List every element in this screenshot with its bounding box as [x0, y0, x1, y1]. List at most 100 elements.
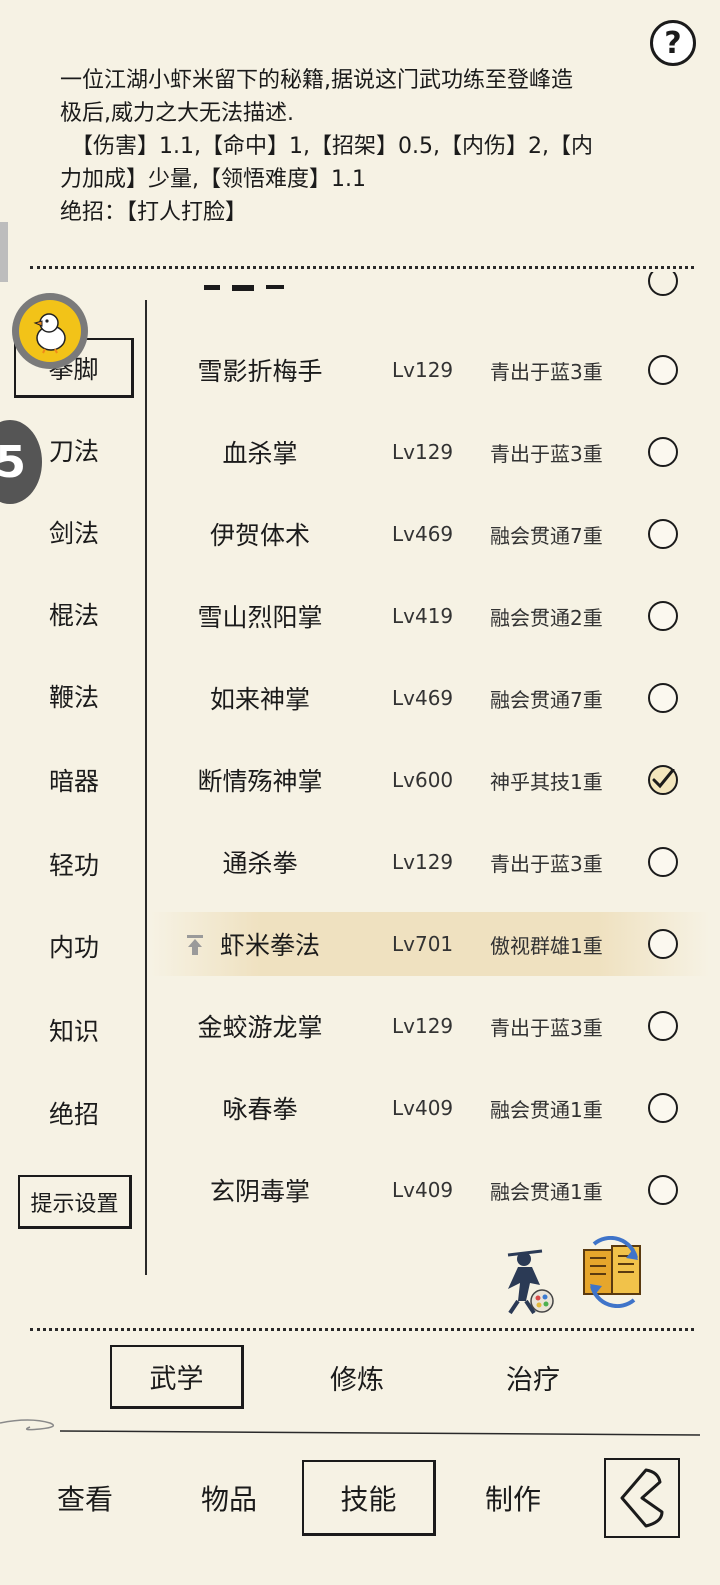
side-handle[interactable]: [0, 222, 8, 282]
category-zhishi[interactable]: 知识: [14, 1000, 134, 1060]
skill-name: 雪影折梅手: [197, 357, 323, 386]
skill-row[interactable]: 伊贺体术 Lv469 融会贯通7重: [150, 502, 710, 566]
skill-level: Lv129: [392, 850, 454, 874]
duck-icon: [19, 300, 81, 362]
category-gunfa[interactable]: 棍法: [14, 584, 134, 644]
skill-level: Lv129: [392, 440, 454, 464]
skill-checkbox[interactable]: [648, 1011, 678, 1041]
skill-name: 咏春拳: [222, 1095, 298, 1124]
help-button[interactable]: ?: [650, 20, 696, 66]
skill-row[interactable]: 血杀掌 Lv129 青出于蓝3重: [150, 420, 710, 484]
dotted-divider: [30, 1328, 694, 1331]
skill-name: 雪山烈阳掌: [197, 603, 323, 632]
skill-row[interactable]: 金蛟游龙掌 Lv129 青出于蓝3重: [150, 994, 710, 1058]
skill-level: Lv469: [392, 686, 454, 710]
skill-level: Lv419: [392, 604, 454, 628]
category-label: 鞭法: [48, 683, 99, 712]
skill-checkbox[interactable]: [648, 1093, 678, 1123]
brush-divider: [0, 1419, 701, 1436]
skill-row[interactable]: 断情殇神掌 Lv600 神乎其技1重: [150, 748, 710, 812]
category-label: 知识: [48, 1017, 99, 1046]
category-neigong[interactable]: 内功: [14, 916, 134, 976]
skill-checkbox[interactable]: [648, 929, 678, 959]
category-label: 剑法: [48, 519, 99, 548]
clipped-row-text: [198, 284, 298, 298]
skill-row[interactable]: 雪影折梅手 Lv129 青出于蓝3重: [150, 338, 710, 402]
book-swap-icon[interactable]: [578, 1236, 650, 1308]
skill-checkbox[interactable]: [648, 847, 678, 877]
skill-rank: 青出于蓝3重: [490, 1015, 603, 1040]
skill-rank: 青出于蓝3重: [490, 359, 603, 384]
skill-rank: 融会贯通7重: [490, 687, 603, 712]
tab-wuxue[interactable]: 武学: [110, 1345, 244, 1409]
category-label: 棍法: [48, 601, 99, 630]
back-arrow-icon: [620, 1468, 664, 1528]
skill-rank: 神乎其技1重: [490, 769, 603, 794]
checkmark-icon: [652, 769, 675, 789]
skill-checkbox[interactable]: [648, 355, 678, 385]
skill-description: 一位江湖小虾米留下的秘籍,据说这门武功练至登峰造 极后,威力之大无法描述. 【伤…: [60, 64, 660, 229]
category-label: 绝招: [48, 1100, 99, 1129]
category-juezhao[interactable]: 绝招: [14, 1083, 134, 1143]
nav-label: 查看: [56, 1483, 113, 1516]
clipped-checkbox[interactable]: [648, 272, 678, 302]
category-qinggong[interactable]: 轻功: [14, 834, 134, 894]
nav-view[interactable]: 查看: [18, 1460, 152, 1536]
help-icon: ?: [664, 25, 682, 61]
description-line: 【伤害】1.1,【命中】1,【招架】0.5,【内伤】2,【内: [60, 134, 593, 159]
tab-label: 治疗: [506, 1364, 560, 1396]
skill-row[interactable]: 雪山烈阳掌 Lv419 融会贯通2重: [150, 584, 710, 648]
nav-label: 制作: [484, 1483, 541, 1516]
dotted-divider: [30, 266, 694, 269]
nav-label: 物品: [200, 1483, 257, 1516]
category-bianfa[interactable]: 鞭法: [14, 666, 134, 726]
category-label: 刀法: [48, 437, 99, 466]
hint-settings-button[interactable]: 提示设置: [18, 1175, 132, 1229]
skill-row[interactable]: 咏春拳 Lv409 融会贯通1重: [150, 1076, 710, 1140]
skill-name: 通杀拳: [222, 849, 298, 878]
skill-level: Lv129: [392, 1014, 454, 1038]
skill-checkbox[interactable]: [648, 683, 678, 713]
skill-checkbox[interactable]: [648, 519, 678, 549]
skill-name: 伊贺体术: [209, 521, 310, 550]
skill-row[interactable]: 玄阴毒掌 Lv409 融会贯通1重: [150, 1158, 710, 1222]
martial-artist-icon[interactable]: [488, 1245, 560, 1317]
subtab-bar: 武学 修炼 治疗: [0, 1345, 720, 1409]
skill-level: Lv409: [392, 1178, 454, 1202]
skill-checkbox[interactable]: [648, 601, 678, 631]
skill-level: Lv600: [392, 768, 454, 792]
description-line: 绝招：【打人打脸】: [60, 200, 248, 225]
nav-items[interactable]: 物品: [162, 1460, 296, 1536]
skill-row-selected[interactable]: 虾米拳法 Lv701 傲视群雄1重: [150, 912, 710, 976]
skill-name: 玄阴毒掌: [209, 1177, 310, 1206]
skill-row[interactable]: 通杀拳 Lv129 青出于蓝3重: [150, 830, 710, 894]
category-label: 暗器: [48, 767, 99, 796]
nav-label: 技能: [340, 1482, 397, 1516]
skill-rank: 融会贯通7重: [490, 523, 603, 548]
nav-crafting[interactable]: 制作: [446, 1460, 580, 1536]
tab-xiulian[interactable]: 修炼: [290, 1345, 424, 1409]
skill-level: Lv129: [392, 358, 454, 382]
skill-level: Lv409: [392, 1096, 454, 1120]
skill-row[interactable]: 如来神掌 Lv469 融会贯通7重: [150, 666, 710, 730]
tab-label: 武学: [149, 1364, 204, 1395]
skill-checkbox[interactable]: [648, 1175, 678, 1205]
skill-name: 断情殇神掌: [197, 767, 323, 796]
category-jianfa[interactable]: 剑法: [14, 502, 134, 562]
badge-count: 5: [0, 436, 26, 488]
description-line: 力加成】少量,【领悟难度】1.1: [60, 167, 366, 192]
sidebar-divider: [145, 300, 147, 1275]
skill-checkbox-checked[interactable]: [648, 765, 678, 795]
category-anqi[interactable]: 暗器: [14, 750, 134, 810]
skill-checkbox[interactable]: [648, 437, 678, 467]
description-line: 一位江湖小虾米留下的秘籍,据说这门武功练至登峰造: [60, 68, 573, 93]
description-line: 极后,威力之大无法描述.: [60, 101, 294, 126]
skill-rank: 融会贯通1重: [490, 1179, 603, 1204]
skill-name: 虾米拳法: [219, 931, 320, 960]
duck-assistant-button[interactable]: [12, 293, 88, 369]
nav-skills[interactable]: 技能: [302, 1460, 436, 1536]
skill-level: Lv469: [392, 522, 454, 546]
tab-zhiliao[interactable]: 治疗: [466, 1345, 600, 1409]
skill-rank: 青出于蓝3重: [490, 441, 603, 466]
back-button[interactable]: [604, 1458, 680, 1538]
